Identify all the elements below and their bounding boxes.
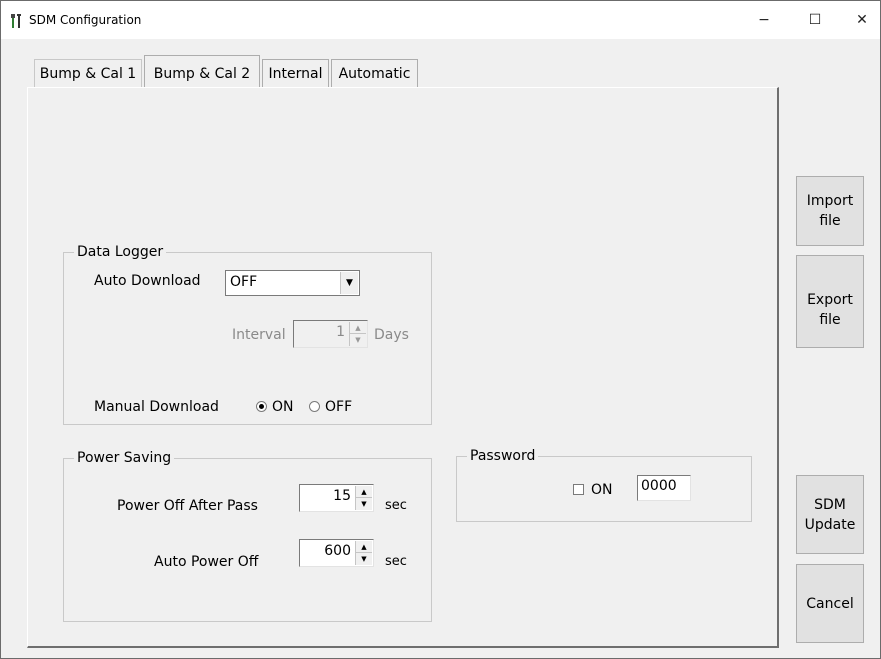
- export-file-button[interactable]: Export file: [796, 255, 864, 348]
- spin-down-icon[interactable]: ▼: [350, 334, 366, 346]
- password-group: Password ON 0000: [456, 447, 752, 522]
- spin-up-icon[interactable]: ▲: [356, 486, 372, 498]
- power-off-after-pass-value: 15: [333, 488, 351, 504]
- title-bar: SDM Configuration − ☐ ✕: [1, 1, 880, 39]
- manual-download-off-radio[interactable]: [309, 401, 320, 412]
- interval-value: 1: [336, 324, 345, 340]
- auto-power-off-spinner[interactable]: 600 ▲ ▼: [299, 539, 374, 567]
- auto-power-off-label: Auto Power Off: [154, 554, 259, 570]
- radio-selected-dot: [259, 404, 264, 409]
- manual-download-label: Manual Download: [94, 399, 219, 415]
- cancel-label: Cancel: [806, 595, 854, 612]
- power-off-spinner-buttons: ▲ ▼: [355, 486, 372, 510]
- close-button[interactable]: ✕: [839, 1, 881, 39]
- auto-download-select[interactable]: OFF ▼: [225, 270, 360, 296]
- password-field[interactable]: 0000: [637, 475, 691, 501]
- sdm-configuration-window: SDM Configuration − ☐ ✕ Bump & Cal 1 Bum…: [0, 0, 881, 659]
- manual-download-on-radio[interactable]: [256, 401, 267, 412]
- data-logger-legend: Data Logger: [74, 243, 167, 261]
- tab-bump-cal-2[interactable]: Bump & Cal 2: [144, 55, 260, 88]
- import-line-2: file: [819, 213, 841, 229]
- minimize-button[interactable]: −: [741, 1, 787, 39]
- interval-label: Interval: [232, 327, 286, 343]
- power-off-after-pass-label: Power Off After Pass: [117, 498, 258, 514]
- spin-up-icon[interactable]: ▲: [350, 322, 366, 334]
- interval-spinner-buttons: ▲ ▼: [349, 322, 366, 346]
- tab-bump-cal-1[interactable]: Bump & Cal 1: [34, 59, 142, 87]
- spin-down-icon[interactable]: ▼: [356, 553, 372, 565]
- maximize-button[interactable]: ☐: [792, 1, 838, 39]
- power-off-after-pass-unit: sec: [385, 498, 407, 513]
- export-line-1: Export: [807, 292, 853, 308]
- import-file-label: Import file: [807, 191, 853, 231]
- export-file-label: Export file: [807, 290, 853, 330]
- manual-download-off-label[interactable]: OFF: [325, 398, 352, 416]
- tools-icon: [11, 14, 21, 28]
- data-logger-group: Data Logger Auto Download OFF ▼ Interval…: [63, 243, 432, 425]
- auto-power-off-value: 600: [324, 543, 351, 559]
- power-saving-group: Power Saving Power Off After Pass 15 ▲ ▼…: [63, 449, 432, 622]
- sdm-update-line-2: Update: [804, 516, 856, 533]
- auto-download-label: Auto Download: [94, 273, 201, 289]
- sdm-update-button[interactable]: SDM Update: [796, 475, 864, 554]
- manual-download-on-label[interactable]: ON: [272, 398, 294, 416]
- power-off-after-pass-spinner[interactable]: 15 ▲ ▼: [299, 484, 374, 512]
- power-saving-legend: Power Saving: [74, 449, 175, 467]
- cancel-button[interactable]: Cancel: [796, 564, 864, 643]
- auto-power-off-spinner-buttons: ▲ ▼: [355, 541, 372, 565]
- import-line-1: Import: [806, 193, 854, 209]
- tab-panel: Data Logger Auto Download OFF ▼ Interval…: [27, 87, 779, 648]
- sdm-update-line-1: SDM: [814, 496, 846, 513]
- password-on-checkbox[interactable]: [573, 484, 584, 495]
- spin-down-icon[interactable]: ▼: [356, 498, 372, 510]
- password-legend: Password: [467, 447, 539, 465]
- password-on-label[interactable]: ON: [591, 481, 613, 499]
- import-file-button[interactable]: Import file: [796, 176, 864, 246]
- interval-unit: Days: [374, 327, 409, 343]
- export-line-2: file: [819, 312, 841, 328]
- window-title: SDM Configuration: [29, 13, 142, 27]
- tab-internal[interactable]: Internal: [262, 59, 329, 87]
- auto-power-off-unit: sec: [385, 554, 407, 569]
- interval-spinner[interactable]: 1 ▲ ▼: [293, 320, 368, 348]
- spin-up-icon[interactable]: ▲: [356, 541, 372, 553]
- tab-automatic[interactable]: Automatic: [331, 59, 418, 87]
- auto-download-value: OFF: [230, 274, 258, 290]
- sdm-update-label: SDM Update: [805, 495, 856, 535]
- chevron-down-icon[interactable]: ▼: [340, 272, 358, 294]
